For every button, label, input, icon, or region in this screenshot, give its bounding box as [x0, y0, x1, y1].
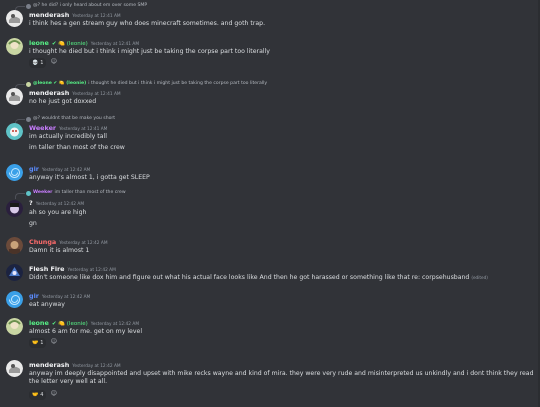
message-text: gn: [29, 220, 37, 227]
avatar[interactable]: [6, 237, 23, 254]
add-reaction-icon[interactable]: ☺: [49, 390, 58, 399]
add-reaction-icon[interactable]: ☺: [49, 58, 58, 67]
timestamp[interactable]: Yesterday at 12:41 AM: [91, 42, 139, 48]
message-text: Didn't someone like dox him and figure o…: [29, 274, 488, 282]
avatar[interactable]: [6, 38, 23, 55]
message-text: anyway it's almost 1, i gotta get SLEEP: [29, 174, 150, 181]
timestamp[interactable]: Yesterday at 12:42 AM: [72, 364, 120, 370]
reply-avatar: [26, 81, 31, 87]
skull-icon: 💀: [32, 59, 39, 66]
reaction-handshake[interactable]: 🤝 1: [29, 338, 47, 348]
reply-preview[interactable]: @? he did? i only heard about em over so…: [26, 2, 147, 10]
message-text: i think hes a gen stream guy who does mi…: [29, 20, 266, 27]
avatar[interactable]: [6, 318, 23, 335]
reply-avatar: [26, 3, 31, 9]
message-header: Weeker Yesterday at 12:41 AM: [29, 124, 107, 133]
message-text: Damn it is almost 1: [29, 247, 90, 254]
username[interactable]: Chunga: [29, 238, 56, 247]
avatar[interactable]: [6, 291, 23, 308]
message-body: Didn't someone like dox him and figure o…: [29, 274, 470, 281]
message-header: menderash Yesterday at 12:41 AM: [29, 11, 121, 20]
timestamp[interactable]: Yesterday at 12:42 AM: [91, 322, 139, 328]
username[interactable]: Weeker: [29, 124, 56, 133]
reply-preview[interactable]: Weeker im taller than most of the crew: [26, 189, 126, 197]
message-header: menderash Yesterday at 12:41 AM: [29, 89, 121, 98]
message-header: menderash Yesterday at 12:42 AM: [29, 361, 121, 370]
message-header: Flesh Fire Yesterday at 12:42 AM: [29, 265, 116, 274]
avatar[interactable]: [6, 123, 23, 140]
avatar[interactable]: [6, 10, 23, 27]
message-header: leone ✔ 🍋 (leonie) Yesterday at 12:42 AM: [29, 319, 139, 328]
username[interactable]: menderash: [29, 89, 69, 98]
message-header: ? Yesterday at 12:42 AM: [29, 199, 84, 208]
reactions: 💀 1 ☺: [29, 58, 58, 68]
message-header: leone ✔ 🍋 (leonie) Yesterday at 12:41 AM: [29, 39, 139, 48]
username[interactable]: leone: [29, 319, 49, 328]
timestamp[interactable]: Yesterday at 12:41 AM: [72, 14, 120, 20]
avatar[interactable]: [6, 88, 23, 105]
username[interactable]: ?: [29, 199, 33, 208]
message-header: gir Yesterday at 12:42 AM: [29, 165, 90, 174]
reply-text: im taller than most of the crew: [54, 189, 126, 195]
reaction-count: 1: [40, 339, 44, 346]
message-text: no he just got doxxed: [29, 98, 97, 105]
message-text: i thought he died but i think i might ju…: [29, 48, 270, 55]
handshake-icon: 🤝: [32, 339, 39, 346]
reply-text: @? wouldnt that be make you short: [33, 115, 116, 121]
username[interactable]: menderash: [29, 361, 69, 370]
reaction-count: 1: [40, 59, 44, 66]
timestamp[interactable]: Yesterday at 12:42 AM: [42, 168, 90, 174]
message-header: gir Yesterday at 12:42 AM: [29, 292, 90, 301]
reaction-handshake[interactable]: 🤝 4: [29, 390, 47, 400]
reply-preview[interactable]: @leone ✔ 🍋 (leonie) i thought he died bu…: [26, 80, 267, 88]
reactions: 🤝 4 ☺: [29, 390, 58, 400]
timestamp[interactable]: Yesterday at 12:42 AM: [42, 295, 90, 301]
timestamp[interactable]: Yesterday at 12:42 AM: [36, 202, 84, 208]
handshake-icon: 🤝: [32, 391, 39, 398]
edited-label: (edited): [471, 275, 488, 280]
message-text: eat anyway: [29, 301, 65, 308]
reply-username: @leone ✔ 🍋 (leonie): [33, 80, 87, 86]
chat-messages: @? he did? i only heard about em over so…: [0, 0, 540, 407]
reply-avatar: [26, 190, 31, 196]
reply-avatar: [26, 116, 31, 122]
reply-connector: [15, 193, 25, 199]
add-reaction-icon[interactable]: ☺: [49, 338, 58, 347]
username[interactable]: Flesh Fire: [29, 265, 65, 274]
timestamp[interactable]: Yesterday at 12:42 AM: [68, 268, 116, 274]
avatar[interactable]: [6, 200, 23, 217]
username[interactable]: leone: [29, 39, 49, 48]
timestamp[interactable]: Yesterday at 12:41 AM: [59, 127, 107, 133]
message-text: im actually incredibly tall: [29, 133, 107, 140]
username[interactable]: menderash: [29, 11, 69, 20]
message-text: anyway im deeply disappointed and upset …: [29, 370, 534, 386]
reply-text: @? he did? i only heard about em over so…: [33, 2, 148, 8]
reaction-skull[interactable]: 💀 1: [29, 58, 47, 68]
avatar[interactable]: [6, 264, 23, 281]
timestamp[interactable]: Yesterday at 12:41 AM: [72, 92, 120, 98]
message-header: Chunga Yesterday at 12:42 AM: [29, 238, 108, 247]
timestamp[interactable]: Yesterday at 12:42 AM: [59, 241, 107, 247]
reply-username: Weeker: [33, 189, 53, 195]
reactions: 🤝 1 ☺: [29, 338, 58, 348]
username[interactable]: gir: [29, 292, 39, 301]
reply-preview[interactable]: @? wouldnt that be make you short: [26, 115, 115, 123]
username[interactable]: gir: [29, 165, 39, 174]
reaction-count: 4: [40, 391, 44, 398]
message-text: almost 6 am for me. get on my level: [29, 328, 143, 335]
avatar[interactable]: [6, 360, 23, 377]
message-text: im taller than most of the crew: [29, 144, 125, 151]
message-text: ah so you are high: [29, 209, 87, 216]
avatar[interactable]: [6, 164, 23, 181]
reply-text: i thought he died but i think i might ju…: [88, 80, 268, 86]
